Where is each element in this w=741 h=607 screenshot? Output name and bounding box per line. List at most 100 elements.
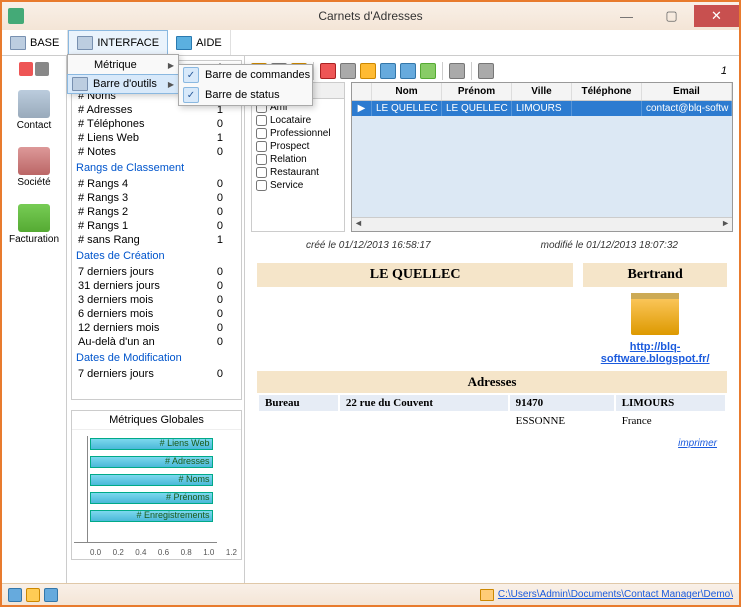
menu-aide[interactable]: AIDE <box>168 30 231 55</box>
stat-label: # Liens Web <box>78 132 139 144</box>
category-checkbox[interactable] <box>256 115 267 126</box>
grid-body[interactable]: ▶LE QUELLECLE QUELLECLIMOURScontact@blq-… <box>352 101 732 217</box>
stat-value: 0 <box>217 294 223 306</box>
metrics-chart: Métriques Globales # Liens Web# Adresses… <box>71 410 242 560</box>
grid-column-header[interactable]: Nom <box>372 83 442 100</box>
grid-column-header[interactable]: Prénom <box>442 83 512 100</box>
check-icon: ✓ <box>183 67 199 83</box>
stat-row: 6 derniers mois0 <box>72 307 241 321</box>
category-item[interactable]: Professionnel <box>254 127 342 140</box>
chart-bar: # Adresses <box>90 454 237 470</box>
sidebar: Contact Société Facturation <box>2 56 67 584</box>
submenu-arrow-icon: ▶ <box>168 80 174 89</box>
tb-copy-icon[interactable] <box>360 63 376 79</box>
chart-tick: 0.8 <box>181 548 192 557</box>
stat-label: # Rangs 2 <box>78 206 128 218</box>
tb-settings-icon[interactable] <box>478 63 494 79</box>
interface-dropdown: Métrique ▶ Barre d'outils ▶ <box>67 54 179 94</box>
chart-bar-label: # Liens Web <box>160 438 210 448</box>
database-icon <box>10 36 26 50</box>
menubar: BASE INTERFACE AIDE <box>2 30 739 56</box>
chart-tick: 1.0 <box>203 548 214 557</box>
folder-icon <box>480 589 494 601</box>
stat-row: 12 derniers mois0 <box>72 321 241 335</box>
category-item[interactable]: Locataire <box>254 114 342 127</box>
contacts-grid: NomPrénomVilleTéléphoneEmail ▶ LE QUELLEC… <box>351 82 733 232</box>
toolbar: 1 <box>251 60 733 82</box>
tool-icon[interactable] <box>35 62 49 76</box>
category-checkbox[interactable] <box>256 180 267 191</box>
stat-label: # Téléphones <box>78 118 144 130</box>
address-table: Bureau 22 rue du Couvent 91470 LIMOURS E… <box>257 393 727 431</box>
category-item[interactable]: Prospect <box>254 140 342 153</box>
stat-value: 0 <box>217 308 223 320</box>
grid-column-header[interactable]: Email <box>642 83 732 100</box>
grid-cell: contact@blq-softw <box>642 101 732 116</box>
stat-value: 0 <box>217 118 223 130</box>
detail-weblink[interactable]: http://blq-software.blogspot.fr/ <box>601 341 710 365</box>
menu-barre-outils[interactable]: Barre d'outils ▶ <box>67 74 179 94</box>
sidebar-item-label: Société <box>17 177 50 188</box>
stat-row: # Rangs 20 <box>72 205 241 219</box>
minimize-button[interactable]: — <box>604 5 649 27</box>
sb-warn-icon[interactable] <box>26 588 40 602</box>
horizontal-scrollbar[interactable] <box>352 217 732 231</box>
stats-list[interactable]: # Enregistrements1# Prénoms1# Noms1# Adr… <box>71 60 242 400</box>
tb-print-icon[interactable] <box>400 63 416 79</box>
menu-metrique[interactable]: Métrique ▶ <box>68 55 178 75</box>
record-count: 1 <box>721 65 733 77</box>
grid-cell: ▶ <box>352 101 372 116</box>
menu-base[interactable]: BASE <box>2 30 68 55</box>
statusbar-path[interactable]: C:\Users\Admin\Documents\Contact Manager… <box>480 589 733 601</box>
company-icon <box>18 147 50 175</box>
chart-tick: 1.2 <box>226 548 237 557</box>
right-panel: 1 Catégorie AmiLocataireProfessionnelPro… <box>245 56 739 584</box>
toggle-barre-status[interactable]: ✓ Barre de status <box>179 85 312 105</box>
category-item[interactable]: Restaurant <box>254 166 342 179</box>
category-checkbox[interactable] <box>256 154 267 165</box>
stat-value: 0 <box>217 280 223 292</box>
sb-settings-icon[interactable] <box>44 588 58 602</box>
sidebar-item-facturation[interactable]: Facturation <box>5 200 63 249</box>
menu-interface[interactable]: INTERFACE <box>68 30 168 55</box>
stat-value: 0 <box>217 368 223 380</box>
grid-column-header[interactable] <box>352 83 372 100</box>
category-label: Service <box>270 180 303 191</box>
print-link[interactable]: imprimer <box>678 438 717 449</box>
tb-view-icon[interactable] <box>380 63 396 79</box>
sidebar-item-contact[interactable]: Contact <box>13 86 55 135</box>
grid-column-header[interactable]: Ville <box>512 83 572 100</box>
category-checkbox[interactable] <box>256 167 267 178</box>
category-checkbox[interactable] <box>256 128 267 139</box>
chart-tick: 0.2 <box>113 548 124 557</box>
close-button[interactable]: ✕ <box>694 5 739 27</box>
addr-city: LIMOURS <box>616 395 725 411</box>
grid-column-header[interactable]: Téléphone <box>572 83 642 100</box>
detail-panel[interactable]: LE QUELLEC Bertrand http://blq-software.… <box>251 259 733 584</box>
category-item[interactable]: Service <box>254 179 342 192</box>
detail-logo <box>583 287 727 341</box>
stat-label: 31 derniers jours <box>78 280 160 292</box>
stat-value: 0 <box>217 336 223 348</box>
window-title: Carnets d'Adresses <box>318 9 422 23</box>
stat-label: 12 derniers mois <box>78 322 159 334</box>
chart-tick: 0.0 <box>90 548 101 557</box>
stat-value: 1 <box>217 132 223 144</box>
sidebar-item-societe[interactable]: Société <box>13 143 54 192</box>
category-checkbox[interactable] <box>256 141 267 152</box>
tb-sort-icon[interactable] <box>449 63 465 79</box>
toggle-barre-commandes[interactable]: ✓ Barre de commandes <box>179 65 312 85</box>
tb-delete-icon[interactable] <box>320 63 336 79</box>
tb-trash-icon[interactable] <box>340 63 356 79</box>
grid-row[interactable]: ▶LE QUELLECLE QUELLECLIMOURScontact@blq-… <box>352 101 732 116</box>
sb-info-icon[interactable] <box>8 588 22 602</box>
maximize-button[interactable]: ▢ <box>649 5 694 27</box>
category-item[interactable]: Relation <box>254 153 342 166</box>
tb-refresh-icon[interactable] <box>420 63 436 79</box>
stat-label: # Rangs 4 <box>78 178 128 190</box>
menu-item-label: Barre de status <box>205 89 280 101</box>
menu-item-label: Barre de commandes <box>205 69 310 81</box>
power-icon[interactable] <box>19 62 33 76</box>
grid-cell: LE QUELLEC <box>442 101 512 116</box>
created-timestamp: créé le 01/12/2013 16:58:17 <box>306 240 431 251</box>
